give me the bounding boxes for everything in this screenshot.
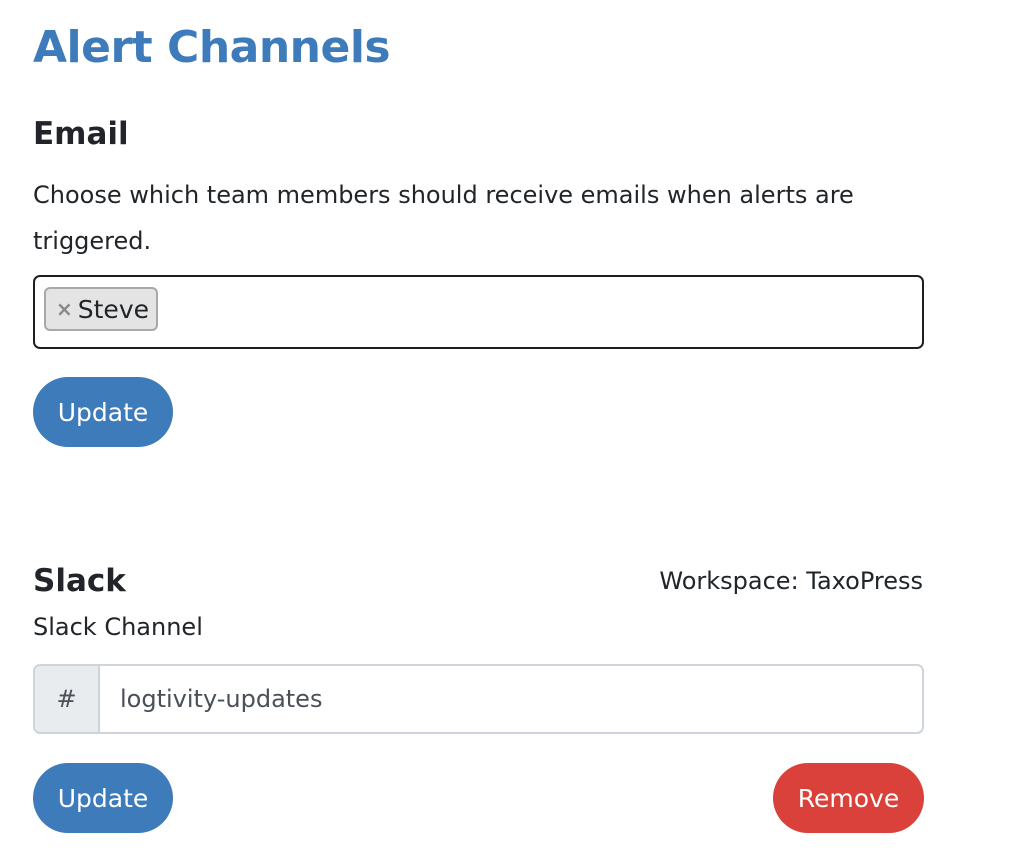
slack-workspace-label: Workspace: TaxoPress	[659, 567, 923, 595]
slack-section-heading: Slack	[33, 563, 126, 599]
slack-channel-input[interactable]	[98, 664, 924, 734]
slack-channel-label: Slack Channel	[33, 613, 203, 641]
recipient-tag: × Steve	[44, 287, 158, 331]
alert-channels-page: Alert Channels Email Choose which team m…	[0, 0, 1024, 865]
recipient-tag-label: Steve	[77, 294, 149, 324]
page-title: Alert Channels	[33, 22, 391, 73]
hash-prefix: #	[33, 664, 98, 734]
email-description: Choose which team members should receive…	[33, 181, 854, 255]
email-recipients-select[interactable]: × Steve	[33, 275, 924, 349]
remove-tag-icon[interactable]: ×	[56, 299, 73, 319]
slack-remove-button[interactable]: Remove	[773, 763, 924, 833]
email-section-heading: Email	[33, 116, 129, 152]
email-update-button[interactable]: Update	[33, 377, 173, 447]
slack-channel-input-group: #	[33, 664, 924, 734]
slack-update-button[interactable]: Update	[33, 763, 173, 833]
